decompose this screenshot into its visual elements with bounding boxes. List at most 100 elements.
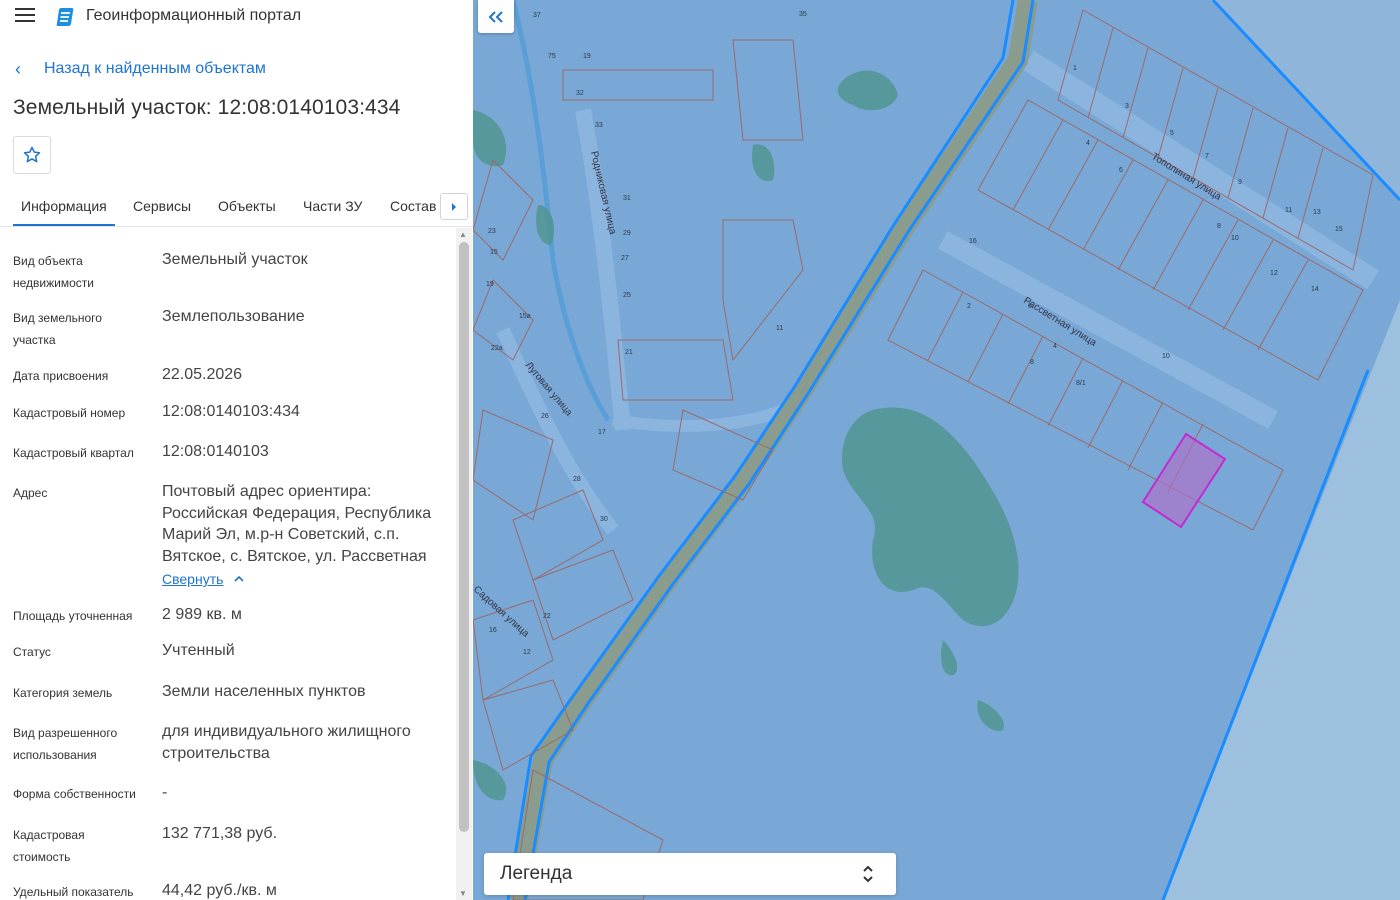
tab-bar: Информация Сервисы Объекты Части ЗУ Сост… — [0, 188, 473, 227]
lot-number: 29 — [623, 230, 631, 237]
lot-number: 33 — [595, 122, 603, 129]
info-value: 12:08:0140103:434 — [162, 403, 300, 420]
info-label: Статус — [13, 645, 51, 659]
lot-number: 4 — [1086, 140, 1090, 147]
info-label: Кадастровая стоимость — [13, 828, 85, 864]
info-label: Кадастровый квартал — [13, 446, 134, 460]
lot-number: 22 — [543, 613, 551, 620]
info-label: Форма собственности — [13, 787, 136, 801]
lot-number: 9 — [1238, 179, 1242, 186]
tabs-scroll-right-button[interactable] — [440, 193, 468, 220]
lot-number: 17 — [598, 429, 606, 436]
collapse-address-link[interactable]: Свернуть — [162, 571, 245, 587]
tab-services[interactable]: Сервисы — [133, 188, 191, 226]
portal-logo — [56, 8, 74, 26]
info-value: 44,42 руб./кв. м — [162, 882, 277, 899]
lot-number: 31 — [623, 195, 631, 202]
address-value: Почтовый адрес ориентира: Российская Фед… — [162, 483, 432, 565]
lot-number: 6 — [1028, 303, 1032, 310]
lot-number: 32 — [576, 90, 584, 97]
info-label: Площадь уточненная — [13, 609, 133, 623]
lot-number: 15 — [490, 249, 498, 256]
lot-number: 15а — [519, 313, 531, 320]
back-to-results-link[interactable]: ‹ Назад к найденным объектам — [15, 59, 266, 79]
info-label: Адрес — [13, 486, 48, 500]
lot-number: 75 — [548, 53, 556, 60]
info-panel: Геоинформационный портал ‹ Назад к найде… — [0, 0, 473, 900]
info-value: Земельный участок — [162, 251, 308, 268]
menu-icon[interactable] — [15, 8, 35, 22]
collapse-panel-button[interactable] — [478, 0, 514, 33]
info-label: Вид земельного участка — [13, 311, 102, 347]
lot-number: 27 — [621, 255, 629, 262]
lot-number: 19 — [486, 281, 494, 288]
page-title: Земельный участок: 12:08:0140103:434 — [13, 96, 401, 119]
lot-number: 12 — [1270, 270, 1278, 277]
lot-number: 15 — [1335, 226, 1343, 233]
info-label: Вид объекта недвижимости — [13, 254, 94, 290]
lot-number: 30 — [600, 516, 608, 523]
lot-number: 11 — [1285, 207, 1292, 214]
info-value: - — [162, 784, 168, 801]
lot-number: 8 — [1217, 223, 1221, 230]
info-value: 132 771,38 руб. — [162, 825, 278, 842]
lot-number: 28 — [573, 476, 581, 483]
app-header: Геоинформационный портал — [0, 0, 473, 32]
tab-composition[interactable]: Состав — [390, 188, 436, 226]
map-view[interactable]: Родниковая улица Луговая улица Тополиная… — [473, 0, 1400, 900]
lot-number: 19 — [583, 53, 591, 60]
chevron-up-icon — [234, 575, 244, 582]
info-scrollbar[interactable]: ▲ ▼ — [456, 228, 472, 900]
lot-number: 11 — [776, 325, 783, 332]
info-value: Землепользование — [162, 308, 305, 325]
legend-label: Легенда — [500, 863, 573, 884]
lot-number: 7 — [1205, 153, 1209, 160]
lot-number: 6 — [1119, 167, 1123, 174]
chevron-left-icon: ‹ — [15, 59, 21, 79]
expand-toggle-icon[interactable] — [860, 863, 876, 885]
lot-number: 12 — [523, 649, 531, 656]
scroll-thumb[interactable] — [459, 242, 469, 832]
lot-number: 13 — [1313, 209, 1321, 216]
app-title: Геоинформационный портал — [86, 7, 302, 24]
lot-number: 10 — [1231, 235, 1239, 242]
lot-number: 8/1 — [1076, 380, 1086, 387]
lot-number: 10 — [1162, 353, 1170, 360]
tab-objects[interactable]: Объекты — [218, 188, 276, 226]
lot-number: 23 — [488, 228, 496, 235]
info-value: Земли населенных пунктов — [162, 683, 366, 700]
lot-number: 2 — [967, 303, 971, 310]
tab-information[interactable]: Информация — [13, 188, 115, 226]
lot-number: 35 — [799, 11, 807, 18]
scroll-up-icon[interactable]: ▲ — [459, 230, 467, 239]
lot-number: 22а — [491, 345, 503, 352]
lot-number: 4 — [1053, 343, 1057, 350]
legend-panel[interactable]: Легенда — [484, 853, 896, 895]
lot-number: 16 — [969, 238, 977, 245]
info-value: 22.05.2026 — [162, 366, 243, 383]
info-value: для индивидуального жилищного строительс… — [162, 723, 411, 762]
info-label: Кадастровый номер — [13, 406, 126, 420]
tab-parcel-parts[interactable]: Части ЗУ — [303, 188, 362, 226]
lot-number: 5 — [1170, 130, 1174, 137]
lot-number: 26 — [541, 413, 549, 420]
map-canvas[interactable]: Родниковая улица Луговая улица Тополиная… — [473, 0, 1400, 900]
info-value: 12:08:0140103 — [162, 443, 269, 460]
lot-number: 25 — [623, 292, 631, 299]
star-icon — [23, 146, 41, 163]
lot-number: 37 — [533, 12, 541, 19]
lot-number: 16 — [489, 627, 497, 634]
lot-number: 1 — [1073, 65, 1077, 72]
info-label: Удельный показатель — [13, 885, 134, 899]
scroll-down-icon[interactable]: ▼ — [459, 889, 467, 898]
info-label: Категория земель — [13, 686, 113, 700]
info-table: Вид объекта недвижимости Земельный участ… — [0, 228, 456, 900]
info-label: Дата присвоения — [13, 369, 109, 383]
lot-number: 3 — [1125, 103, 1129, 110]
lot-number: 21 — [625, 349, 633, 356]
back-link-label: Назад к найденным объектам — [44, 60, 266, 77]
info-value: 2 989 кв. м — [162, 606, 242, 623]
info-label: Вид разрешенного использования — [13, 726, 118, 762]
favorite-button[interactable] — [13, 136, 51, 174]
lot-number: 8 — [1030, 359, 1034, 366]
